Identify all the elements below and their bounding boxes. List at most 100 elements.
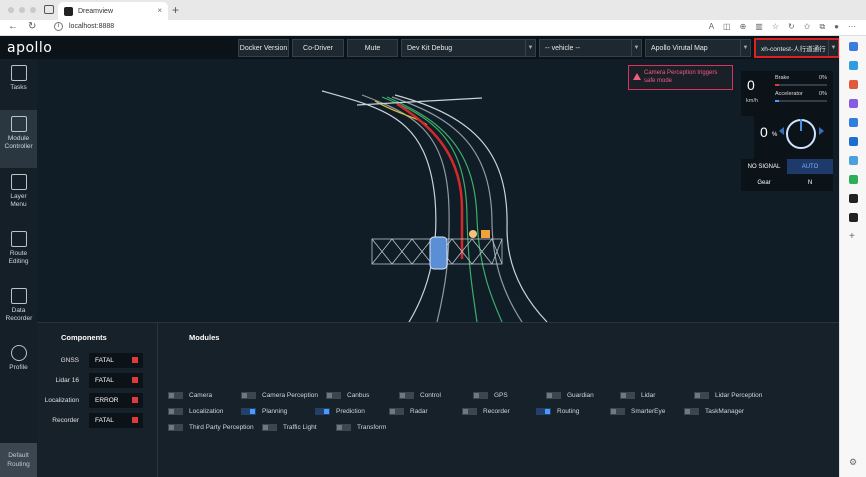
- scenario-select[interactable]: xh-contest-人行道通行 ▼: [754, 38, 839, 58]
- sidebar-item-route-editing[interactable]: Route Editing: [0, 225, 37, 281]
- tools-icon[interactable]: [849, 80, 858, 89]
- close-tab-icon[interactable]: ×: [157, 6, 162, 15]
- component-row: Recorder FATAL: [37, 413, 158, 429]
- toggle-switch[interactable]: [241, 391, 256, 399]
- module-toggle-lidar-perception[interactable]: Lidar Perception: [694, 390, 762, 400]
- brake-indicator: Brake 0%: [775, 75, 827, 86]
- toggle-switch[interactable]: [684, 407, 699, 415]
- module-toggle-camera-perception[interactable]: Camera Perception: [241, 390, 318, 400]
- toggle-switch[interactable]: [168, 391, 183, 399]
- tab-overview-icon[interactable]: [44, 5, 54, 14]
- docker-version-button[interactable]: Docker Version: [238, 39, 289, 57]
- module-toggle-camera[interactable]: Camera: [168, 390, 212, 400]
- module-toggle-planning[interactable]: Planning: [241, 406, 287, 416]
- vehicle-select[interactable]: -- vehicle -- ▼: [539, 39, 642, 57]
- browser-tab[interactable]: Dreamview ×: [58, 2, 168, 20]
- add-sidebar-icon[interactable]: +: [849, 232, 858, 242]
- toggle-switch[interactable]: [473, 391, 488, 399]
- toggle-switch[interactable]: [336, 423, 351, 431]
- toggle-switch[interactable]: [536, 407, 551, 415]
- mode-select[interactable]: Dev Kit Debug ▼: [401, 39, 536, 57]
- url-field[interactable]: i localhost:8888: [54, 22, 114, 31]
- co-driver-button[interactable]: Co-Driver: [292, 39, 344, 57]
- new-tab-button[interactable]: +: [172, 3, 179, 17]
- module-toggle-localization[interactable]: Localization: [168, 406, 223, 416]
- module-toggle-canbus[interactable]: Canbus: [326, 390, 369, 400]
- module-toggle-radar[interactable]: Radar: [389, 406, 428, 416]
- sidebar-item-profile[interactable]: Profile: [0, 339, 37, 395]
- minimize-window-button[interactable]: [19, 7, 25, 13]
- toggle-switch[interactable]: [610, 407, 625, 415]
- collections-icon[interactable]: ⧉: [819, 22, 825, 32]
- sidebar-item-module-controller[interactable]: Module Controller: [0, 110, 37, 168]
- module-label: Prediction: [336, 407, 365, 415]
- default-routing-button[interactable]: Default Routing: [0, 443, 37, 477]
- module-toggle-recorder[interactable]: Recorder: [462, 406, 510, 416]
- module-label: Third Party Perception: [189, 423, 254, 431]
- extension-two-icon[interactable]: [849, 213, 858, 222]
- module-toggle-taskmanager[interactable]: TaskManager: [684, 406, 744, 416]
- back-icon[interactable]: ←: [8, 21, 18, 32]
- toggle-switch[interactable]: [262, 423, 277, 431]
- reload-icon[interactable]: ↻: [28, 21, 36, 32]
- more-menu-icon[interactable]: ⋯: [848, 22, 856, 32]
- extension-one-icon[interactable]: [849, 194, 858, 203]
- sidebar-item-label: Layer Menu: [10, 193, 27, 208]
- chevron-down-icon: ▼: [740, 40, 750, 56]
- settings-gear-icon[interactable]: ⚙: [849, 458, 858, 467]
- module-label: Traffic Light: [283, 423, 317, 431]
- zoom-icon[interactable]: ⊕: [740, 22, 747, 32]
- office-icon[interactable]: [849, 118, 858, 127]
- sidebar-item-layer-menu[interactable]: Layer Menu: [0, 168, 37, 224]
- toggle-switch[interactable]: [241, 407, 256, 415]
- split-screen-icon[interactable]: ▥: [755, 22, 763, 32]
- discover-icon[interactable]: [849, 61, 858, 70]
- toggle-switch[interactable]: [546, 391, 561, 399]
- speed-unit: km/h: [746, 98, 758, 104]
- toggle-switch[interactable]: [462, 407, 477, 415]
- toggle-switch[interactable]: [389, 407, 404, 415]
- module-toggle-traffic-light[interactable]: Traffic Light: [262, 422, 317, 432]
- data-recorder-icon: [10, 288, 27, 304]
- outlook-icon[interactable]: [849, 137, 858, 146]
- refresh-extension-icon[interactable]: ↻: [788, 22, 795, 32]
- tasks-icon: [10, 65, 27, 81]
- toggle-switch[interactable]: [694, 391, 709, 399]
- module-toggle-control[interactable]: Control: [399, 390, 441, 400]
- sidebar-item-tasks[interactable]: Tasks: [0, 59, 37, 115]
- shopping-icon[interactable]: [849, 156, 858, 165]
- status-indicator: [132, 357, 138, 363]
- toggle-switch[interactable]: [168, 407, 183, 415]
- module-toggle-guardian[interactable]: Guardian: [546, 390, 594, 400]
- toggle-switch[interactable]: [326, 391, 341, 399]
- module-toggle-gps[interactable]: GPS: [473, 390, 508, 400]
- mute-button[interactable]: Mute: [347, 39, 398, 57]
- site-info-icon[interactable]: i: [54, 22, 63, 31]
- module-toggle-prediction[interactable]: Prediction: [315, 406, 365, 416]
- module-toggle-lidar[interactable]: Lidar: [620, 390, 655, 400]
- module-toggle-transform[interactable]: Transform: [336, 422, 386, 432]
- tree-icon[interactable]: [849, 175, 858, 184]
- browser-window: Dreamview × + ← ↻ i localhost:8888 A ◫ ⊕…: [0, 0, 866, 477]
- translate-icon[interactable]: ◫: [723, 22, 731, 32]
- profile-avatar-icon[interactable]: ●: [834, 22, 839, 32]
- toggle-switch[interactable]: [399, 391, 414, 399]
- read-aloud-icon[interactable]: A: [709, 22, 714, 32]
- close-window-button[interactable]: [8, 7, 14, 13]
- toggle-switch[interactable]: [620, 391, 635, 399]
- favorites-bar-icon[interactable]: ✩: [804, 22, 811, 32]
- scene-view[interactable]: [37, 59, 839, 323]
- toggle-switch[interactable]: [168, 423, 183, 431]
- module-toggle-routing[interactable]: Routing: [536, 406, 579, 416]
- steering-unit: %: [772, 132, 778, 138]
- module-toggle-smartereye[interactable]: SmarterEye: [610, 406, 665, 416]
- map-select[interactable]: Apollo Virutal Map ▼: [645, 39, 751, 57]
- sidebar-item-data-recorder[interactable]: Data Recorder: [0, 282, 37, 338]
- lane-line-left-outer: [321, 90, 437, 323]
- favorites-icon[interactable]: ☆: [772, 22, 779, 32]
- games-icon[interactable]: [849, 99, 858, 108]
- toggle-switch[interactable]: [315, 407, 330, 415]
- maximize-window-button[interactable]: [30, 7, 36, 13]
- search-icon[interactable]: [849, 42, 858, 51]
- module-toggle-third-party-perception[interactable]: Third Party Perception: [168, 422, 254, 432]
